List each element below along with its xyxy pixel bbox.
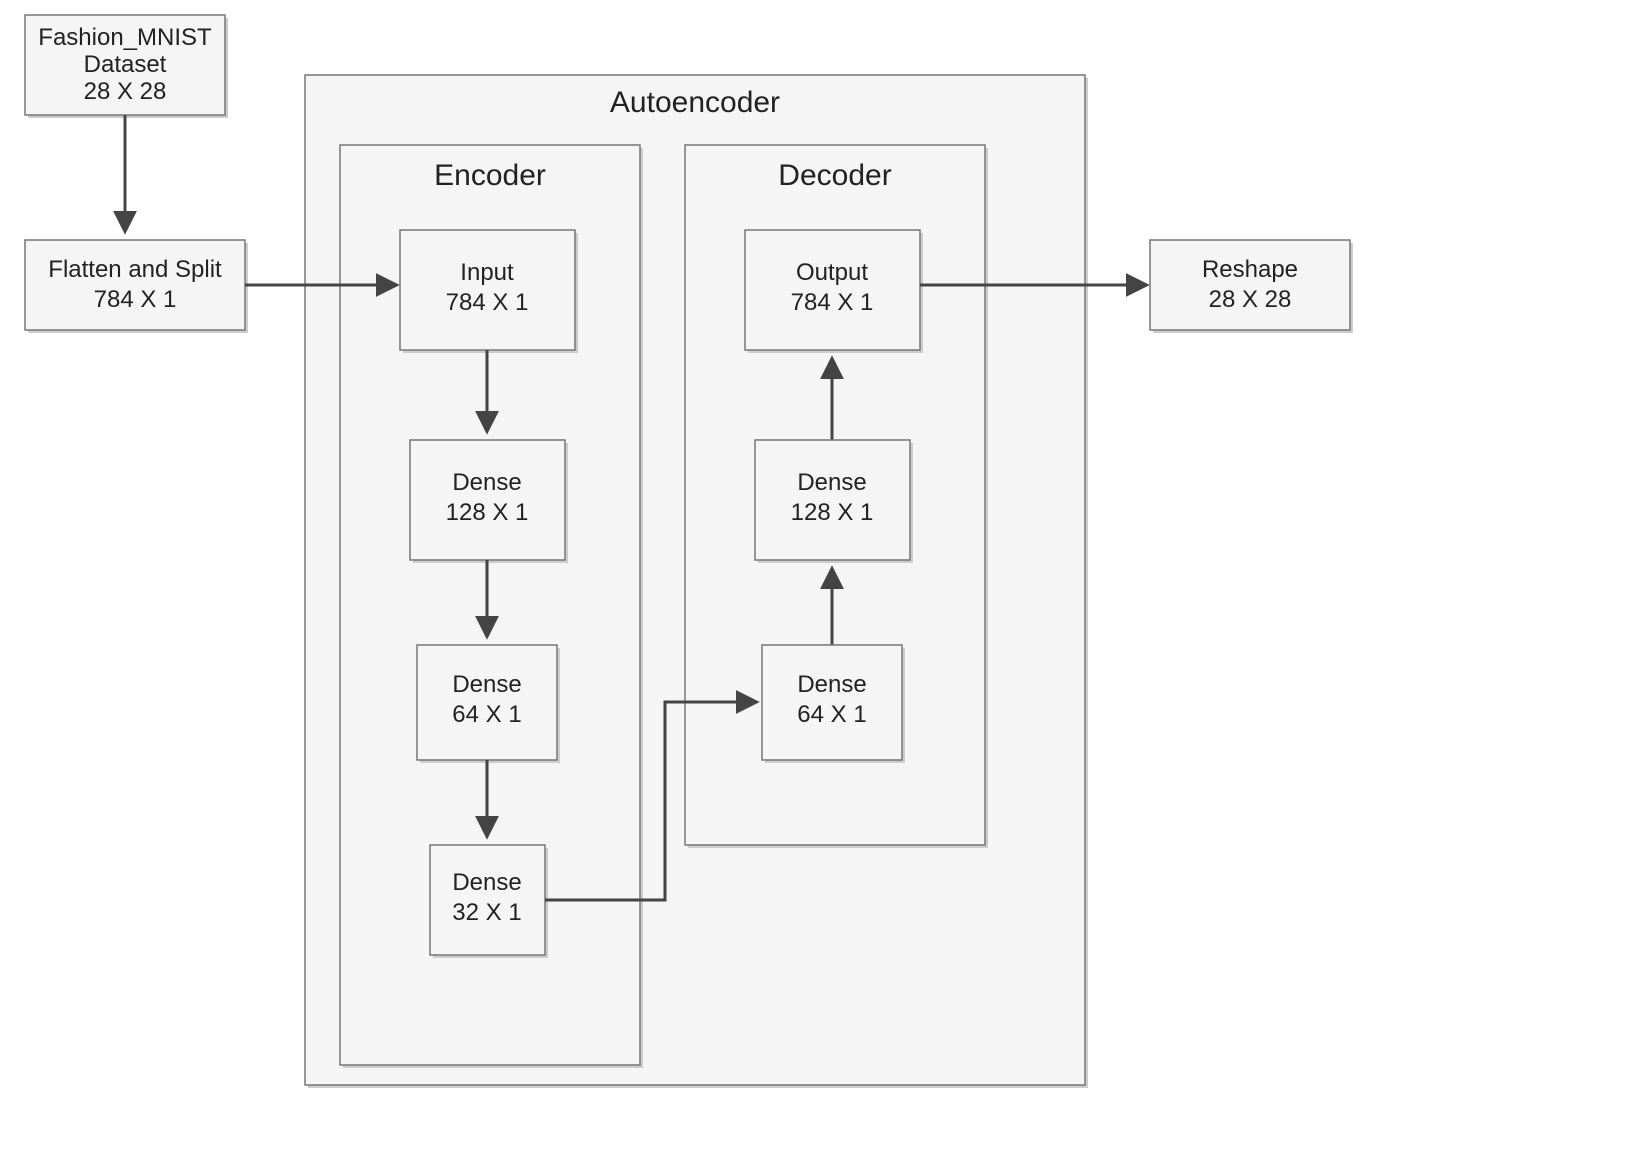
encoder-layer-dense64: Dense 64 X 1 [417,645,560,763]
decoder-title: Decoder [778,159,891,192]
encoder-layer-dense32: Dense 32 X 1 [430,845,548,958]
dataset-line2: Dataset [84,51,167,78]
decoder-d128-line2: 128 X 1 [791,499,874,526]
decoder-d64-line2: 64 X 1 [797,701,866,728]
encoder-d64-line2: 64 X 1 [452,701,521,728]
decoder-layer-dense128: Dense 128 X 1 [755,440,913,563]
flatten-line1: Flatten and Split [48,256,222,283]
decoder-d64-line1: Dense [797,671,866,698]
reshape-line2: 28 X 28 [1209,286,1292,313]
encoder-title: Encoder [434,159,546,192]
encoder-layer-input: Input 784 X 1 [400,230,578,353]
encoder-d128-line2: 128 X 1 [446,499,529,526]
encoder-d32-line1: Dense [452,869,521,896]
decoder-layer-dense64: Dense 64 X 1 [762,645,905,763]
reshape-line1: Reshape [1202,256,1298,283]
encoder-layer-dense128: Dense 128 X 1 [410,440,568,563]
encoder-d128-line1: Dense [452,469,521,496]
dataset-line1: Fashion_MNIST [38,24,212,51]
autoencoder-title: Autoencoder [610,86,780,119]
encoder-d64-line1: Dense [452,671,521,698]
reshape-box: Reshape 28 X 28 [1150,240,1353,333]
encoder-input-line1: Input [460,259,514,286]
decoder-d128-line1: Dense [797,469,866,496]
encoder-d32-line2: 32 X 1 [452,899,521,926]
dataset-line3: 28 X 28 [84,78,167,105]
flatten-box: Flatten and Split 784 X 1 [25,240,248,333]
decoder-layer-output: Output 784 X 1 [745,230,923,353]
decoder-out-line2: 784 X 1 [791,289,874,316]
encoder-input-line2: 784 X 1 [446,289,529,316]
flatten-line2: 784 X 1 [94,286,177,313]
dataset-box: Fashion_MNIST Dataset 28 X 28 [25,15,228,118]
decoder-out-line1: Output [796,259,868,286]
